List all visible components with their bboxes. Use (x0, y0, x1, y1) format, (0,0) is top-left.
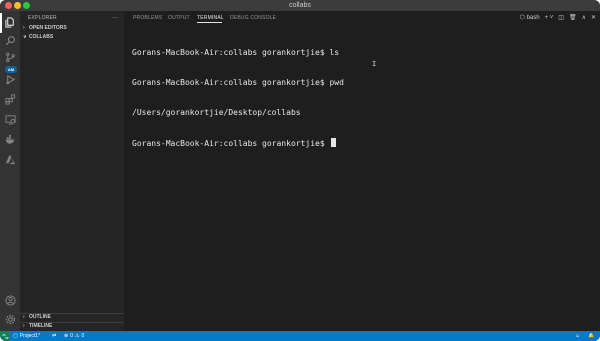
shell-name: bash (526, 15, 540, 21)
docker-icon[interactable] (4, 133, 16, 145)
accounts-icon[interactable] (4, 294, 16, 306)
tab-debug-console[interactable]: DEBUG CONSOLE (230, 11, 276, 25)
liveshare-badge: AM (5, 66, 17, 73)
problems-status[interactable]: ⊗ 0 ⚠ 0 (64, 331, 84, 341)
feedback-icon[interactable]: ☺ (575, 331, 580, 341)
liveshare-status-icon[interactable]: ⇄ (52, 331, 56, 341)
extensions-icon[interactable] (4, 93, 16, 105)
folder-icon: ▢ (13, 333, 18, 339)
azure-icon[interactable] (4, 153, 16, 165)
tab-output[interactable]: OUTPUT (168, 11, 190, 25)
explorer-files-icon[interactable] (4, 16, 16, 28)
chevron-down-icon: ∨ (23, 34, 27, 40)
panel-actions: ⬡ bash + ˅ ◫ 🗑 ∧ ✕ (520, 13, 596, 23)
timeline-section[interactable]: › TIMELINE (20, 322, 124, 331)
terminal-cursor (331, 138, 337, 147)
gear-icon[interactable] (4, 313, 16, 325)
terminal-shell-select[interactable]: ⬡ bash (520, 13, 540, 23)
new-terminal-icon[interactable]: + ˅ (545, 13, 554, 23)
kill-terminal-icon[interactable]: 🗑 (569, 13, 577, 23)
open-editors-section[interactable]: › OPEN EDITORS (20, 24, 124, 33)
source-control-icon[interactable] (4, 51, 16, 63)
warning-icon: ⚠ (74, 333, 80, 339)
terminal-prompt-line: Gorans-MacBook-Air:collabs gorankortjie$ (132, 138, 592, 148)
maximize-panel-icon[interactable]: ∧ (582, 13, 586, 23)
status-bar: ▢ Project1* ⇄ ⊗ 0 ⚠ 0 ☺ 🔔 (0, 331, 600, 341)
section-label: OUTLINE (29, 314, 51, 320)
error-count: 0 (70, 333, 73, 339)
panel-tabs: PROBLEMS OUTPUT TERMINAL DEBUG CONSOLE ⬡… (124, 11, 600, 25)
split-terminal-icon[interactable]: ◫ (558, 13, 564, 23)
explorer-sidebar: EXPLORER ··· › OPEN EDITORS ∨ COLLABS › … (20, 11, 124, 331)
vscode-window: collabs AM EXPLORER ··· › OPEN EDITORS ∨… (0, 0, 600, 341)
warning-count: 0 (81, 333, 85, 339)
active-indicator (0, 13, 2, 33)
section-label: OPEN EDITORS (29, 25, 67, 31)
run-debug-icon[interactable] (4, 73, 16, 85)
section-label: COLLABS (29, 34, 54, 40)
remote-indicator-icon[interactable] (0, 331, 10, 341)
activity-bar: AM (0, 11, 20, 331)
chevron-right-icon: › (23, 25, 25, 31)
notifications-bell-icon[interactable]: 🔔 (588, 331, 594, 341)
chevron-right-icon: › (23, 314, 25, 320)
window-title: collabs (289, 2, 311, 9)
section-label: TIMELINE (29, 323, 53, 329)
collabs-folder-section[interactable]: ∨ COLLABS (20, 33, 124, 42)
tab-problems[interactable]: PROBLEMS (133, 11, 162, 25)
terminal-line: Gorans-MacBook-Air:collabs gorankortjie$… (132, 78, 344, 87)
terminal-line: Gorans-MacBook-Air:collabs gorankortjie$… (132, 48, 340, 57)
outline-section[interactable]: › OUTLINE (20, 313, 124, 322)
mouse-ibeam-cursor: I (372, 60, 377, 68)
remote-explorer-icon[interactable] (4, 113, 16, 125)
sidebar-title: EXPLORER (28, 15, 57, 21)
terminal-output[interactable]: Gorans-MacBook-Air:collabs gorankortjie$… (132, 28, 592, 168)
project-status[interactable]: ▢ Project1* (13, 331, 40, 341)
terminal-line: /Users/gorankortjie/Desktop/collabs (132, 108, 301, 117)
close-panel-icon[interactable]: ✕ (591, 13, 596, 23)
chevron-right-icon: › (23, 323, 25, 329)
project-name: Project1* (19, 333, 41, 339)
more-actions-icon[interactable]: ··· (112, 13, 118, 23)
active-tab-indicator (197, 22, 222, 23)
terminal-prompt: Gorans-MacBook-Air:collabs gorankortjie$ (132, 139, 330, 148)
terminal-panel: PROBLEMS OUTPUT TERMINAL DEBUG CONSOLE ⬡… (124, 11, 600, 331)
error-icon: ⊗ (64, 333, 69, 339)
search-icon[interactable] (4, 34, 16, 46)
title-bar: collabs (0, 0, 600, 11)
